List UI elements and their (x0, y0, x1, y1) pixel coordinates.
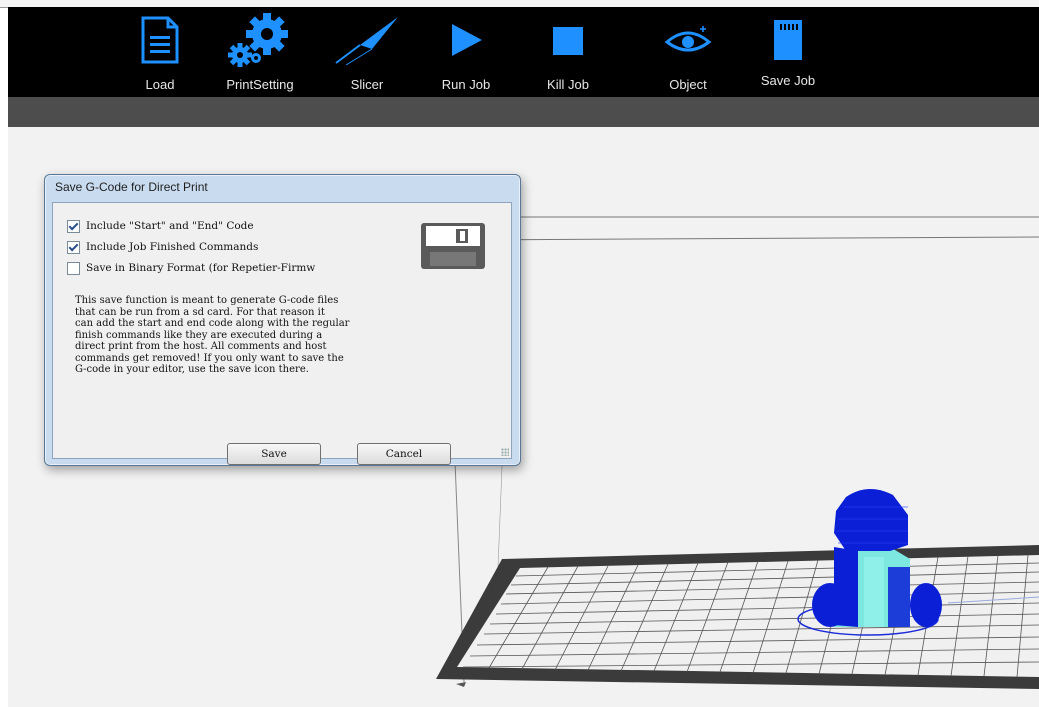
checkbox-checked-icon[interactable] (67, 240, 80, 254)
load-button[interactable]: Load (115, 7, 205, 97)
print-setting-button[interactable]: PrintSetting (215, 7, 305, 97)
save-job-label: Save Job (760, 73, 816, 88)
save-gcode-dialog: Save G-Code for Direct Print Include "St… (44, 174, 521, 466)
knife-icon (322, 15, 412, 65)
checkbox-unchecked-icon[interactable] (67, 261, 80, 275)
object-button[interactable]: Object (643, 7, 733, 97)
save-button[interactable]: Save (227, 443, 321, 465)
binary-format-label: Save in Binary Format (for Repetier-Firm… (86, 262, 316, 274)
include-job-finished-checkbox[interactable]: Include Job Finished Commands (67, 239, 258, 255)
include-job-finished-label: Include Job Finished Commands (86, 241, 259, 253)
include-start-end-checkbox[interactable]: Include "Start" and "End" Code (67, 218, 254, 234)
save-job-button[interactable]: Save Job (743, 7, 833, 97)
secondary-toolbar-bar (8, 97, 1039, 127)
sd-card-icon (743, 15, 833, 65)
stop-icon (523, 15, 613, 65)
kill-job-label: Kill Job (547, 77, 589, 92)
run-job-button[interactable]: Run Job (421, 7, 511, 97)
gears-icon (215, 13, 305, 67)
kill-job-button[interactable]: Kill Job (523, 7, 613, 97)
slicer-button[interactable]: Slicer (322, 7, 412, 97)
dialog-title: Save G-Code for Direct Print (55, 180, 208, 194)
play-icon (421, 15, 511, 65)
main-toolbar: Load PrintSetting Slicer Run Job Kill Jo… (8, 7, 1039, 97)
include-start-end-label: Include "Start" and "End" Code (86, 220, 254, 232)
binary-format-checkbox[interactable]: Save in Binary Format (for Repetier-Firm… (67, 260, 315, 276)
document-icon (115, 15, 205, 65)
eye-icon (643, 15, 733, 65)
dialog-description: This save function is meant to generate … (75, 295, 350, 375)
cancel-button[interactable]: Cancel (357, 443, 451, 465)
floppy-disk-icon (421, 223, 485, 269)
resize-grip-icon[interactable] (501, 448, 509, 456)
checkbox-checked-icon[interactable] (67, 219, 80, 233)
